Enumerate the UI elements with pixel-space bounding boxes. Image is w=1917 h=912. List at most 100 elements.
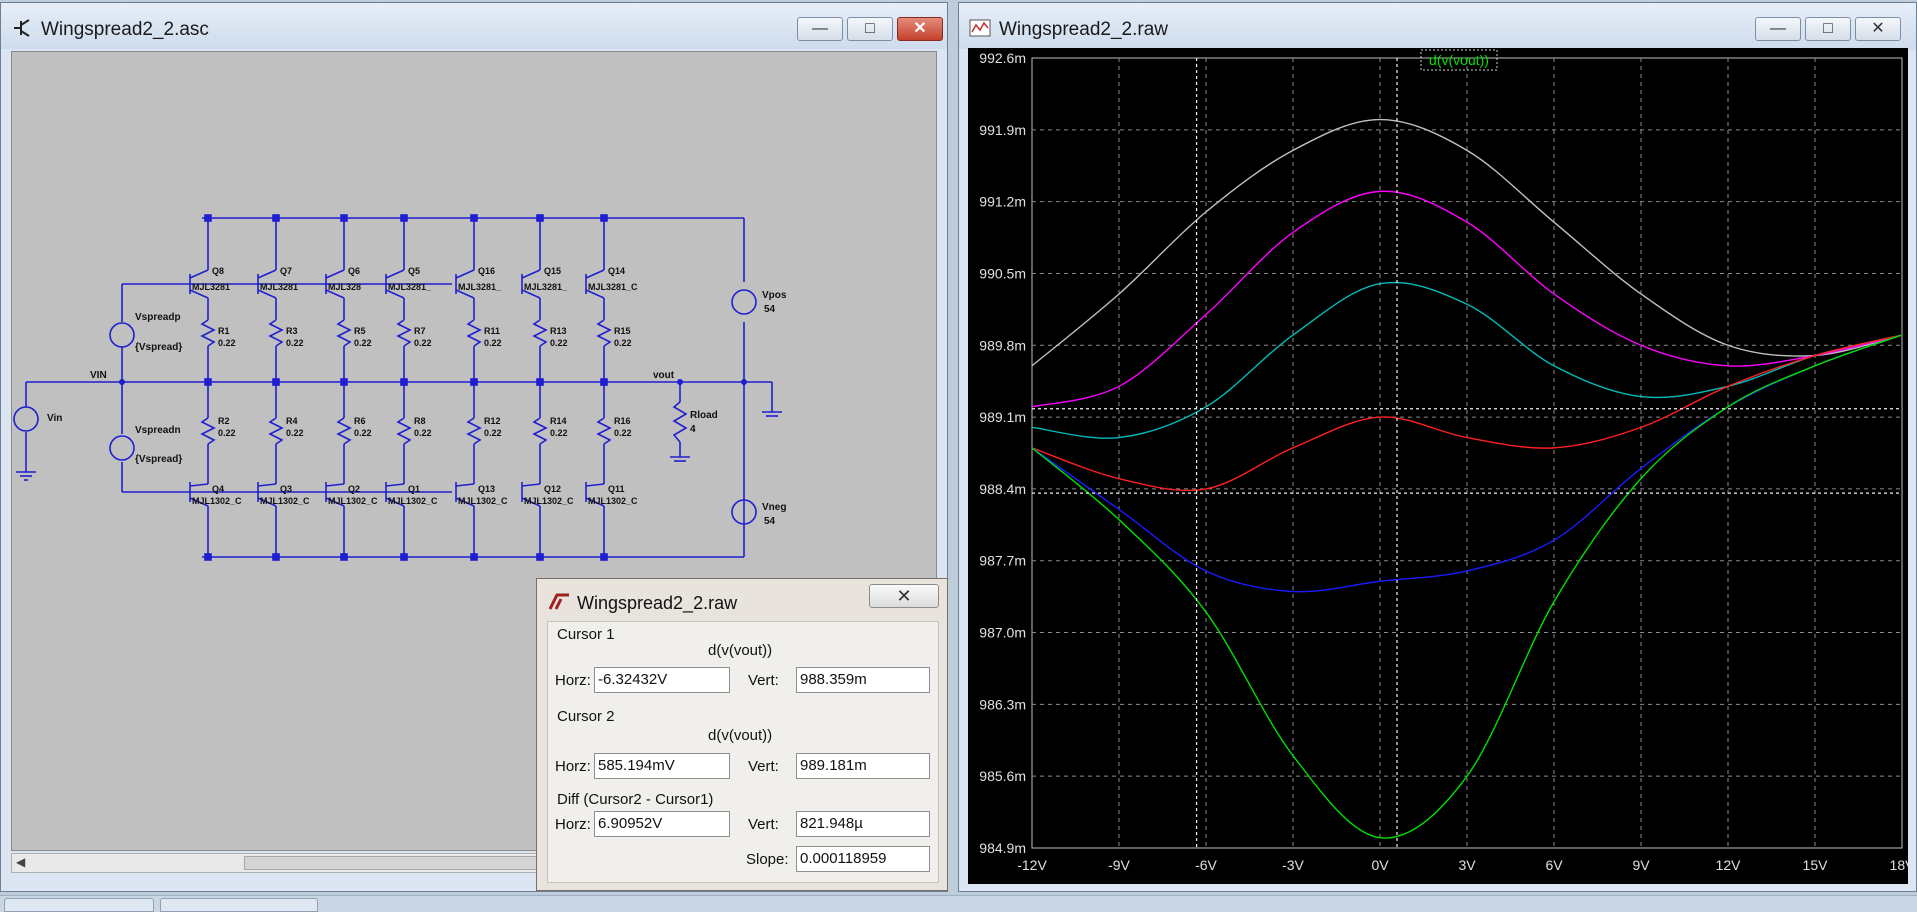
cursor2-vert-label: Vert: <box>748 758 779 775</box>
y-tick-label: 989.1m <box>979 409 1026 425</box>
resistor-value: 0.22 <box>218 338 236 348</box>
taskbar-tab-schematic[interactable] <box>4 898 154 912</box>
junction-dot <box>600 214 608 222</box>
cursor2-heading: Cursor 2 <box>557 708 615 725</box>
resistor-label: R7 <box>414 326 426 336</box>
trace-label[interactable]: d(v(vout)) <box>1429 52 1489 68</box>
diff-horz-field[interactable]: 6.90952V <box>594 811 730 837</box>
resistor-value: 0.22 <box>354 338 372 348</box>
npn-collector <box>521 269 541 279</box>
resistor-value: 0.22 <box>484 338 502 348</box>
transistor-model: MJL1302_C <box>192 496 242 506</box>
rload-value: 4 <box>690 424 696 435</box>
y-tick-label: 987.0m <box>979 625 1026 641</box>
minimize-button[interactable]: — <box>1755 17 1801 41</box>
vneg-value: 54 <box>764 516 776 527</box>
resistor-top <box>200 319 216 347</box>
resistor-top <box>268 319 284 347</box>
cursor2-horz-field[interactable]: 585.194mV <box>594 753 730 779</box>
resistor-label: R14 <box>550 416 567 426</box>
x-tick-label: 9V <box>1632 857 1650 873</box>
cursor1-vert-field[interactable]: 988.359m <box>796 667 930 693</box>
junction-dot <box>400 378 408 386</box>
dialog-close-button[interactable]: ✕ <box>869 584 939 608</box>
cursor2-vert-field[interactable]: 989.181m <box>796 753 930 779</box>
plot-window-title: Wingspread2_2.raw <box>999 19 1168 40</box>
transistor-label: Q4 <box>212 484 224 494</box>
vspreadn-value: {Vspread} <box>135 454 182 465</box>
resistor-label: R2 <box>218 416 230 426</box>
junction-dot <box>340 553 348 561</box>
maximize-button[interactable]: □ <box>1805 17 1851 41</box>
transistor-model: MJL3281 <box>192 282 230 292</box>
trace-series-2 <box>1031 281 1903 439</box>
transistor-model: MJL3281_ <box>524 282 568 292</box>
resistor-top <box>466 319 482 347</box>
vout-label: vout <box>653 370 675 381</box>
vspreadp-label: Vspreadp <box>135 312 181 323</box>
junction-dot <box>204 553 212 561</box>
pnp-emitter <box>325 483 345 487</box>
resistor-label: R4 <box>286 416 298 426</box>
scrollbar-thumb[interactable] <box>244 856 544 870</box>
diff-vert-field[interactable]: 821.948µ <box>796 811 930 837</box>
junction-dot <box>470 378 478 386</box>
y-tick-label: 988.4m <box>979 481 1026 497</box>
schematic-titlebar[interactable]: Wingspread2_2.asc — □ ✕ <box>1 3 947 49</box>
transistor-model: MJL3281_ <box>458 282 502 292</box>
x-tick-label: 18V <box>1890 857 1908 873</box>
resistor-label: R13 <box>550 326 567 336</box>
resistor-label: R5 <box>354 326 366 336</box>
resistor-bottom <box>532 417 548 445</box>
resistor-bottom <box>268 417 284 445</box>
slope-field[interactable]: 0.000118959 <box>796 846 930 872</box>
transistor-label: Q16 <box>478 266 495 276</box>
transistor-label: Q2 <box>348 484 360 494</box>
transistor-model: MJL328 <box>328 282 361 292</box>
cursor-dialog[interactable]: Wingspread2_2.raw ✕ Cursor 1 d(v(vout)) … <box>536 578 948 891</box>
cursor1-trace: d(v(vout)) <box>708 642 773 659</box>
junction-dot <box>340 214 348 222</box>
cursor1-vert-label: Vert: <box>748 672 779 689</box>
vspreadp-value: {Vspread} <box>135 342 182 353</box>
y-tick-label: 985.6m <box>979 768 1026 784</box>
x-tick-label: 6V <box>1545 857 1563 873</box>
y-tick-label: 984.9m <box>979 840 1026 856</box>
diff-horz-label: Horz: <box>555 816 591 833</box>
plot-titlebar[interactable]: Wingspread2_2.raw — □ ✕ <box>959 3 1916 49</box>
npn-collector <box>585 269 605 279</box>
y-tick-label: 991.2m <box>979 194 1026 210</box>
transistor-label: Q12 <box>544 484 561 494</box>
transistor-model: MJL1302_C <box>458 496 508 506</box>
close-button[interactable]: ✕ <box>897 17 943 41</box>
resistor-bottom <box>596 417 612 445</box>
junction-dot <box>272 553 280 561</box>
resistor-bottom <box>336 417 352 445</box>
cursor1-horz-field[interactable]: -6.32432V <box>594 667 730 693</box>
junction-dot <box>400 553 408 561</box>
pnp-emitter <box>189 483 209 487</box>
transistor-label: Q11 <box>608 484 625 494</box>
resistor-value: 0.22 <box>550 338 568 348</box>
ltspice-icon <box>548 593 569 610</box>
transistor-model: MJL3281_ <box>388 282 432 292</box>
transistor-label: Q3 <box>280 484 292 494</box>
diff-heading: Diff (Cursor2 - Cursor1) <box>557 791 714 808</box>
transistor-label: Q6 <box>348 266 360 276</box>
resistor-value: 0.22 <box>550 428 568 438</box>
transistor-model: MJL1302_C <box>388 496 438 506</box>
close-button[interactable]: ✕ <box>1855 17 1901 41</box>
resistor-value: 0.22 <box>614 428 632 438</box>
y-tick-label: 986.3m <box>979 696 1026 712</box>
junction-dot <box>204 378 212 386</box>
maximize-button[interactable]: □ <box>847 17 893 41</box>
taskbar-tab-plot[interactable] <box>160 898 318 912</box>
junction-dot <box>272 378 280 386</box>
taskbar <box>0 895 1917 912</box>
junction-dot <box>600 378 608 386</box>
resistor-bottom <box>200 417 216 445</box>
waveform-plot[interactable]: 992.6m 991.9m 991.2m 990.5m 989.8m 989.1m 988.… <box>968 48 1915 884</box>
plot-area[interactable]: 992.6m 991.9m 991.2m 990.5m 989.8m 989.1m 988.… <box>968 48 1915 884</box>
minimize-button[interactable]: — <box>797 17 843 41</box>
scroll-left-icon[interactable]: ◀ <box>16 855 25 869</box>
